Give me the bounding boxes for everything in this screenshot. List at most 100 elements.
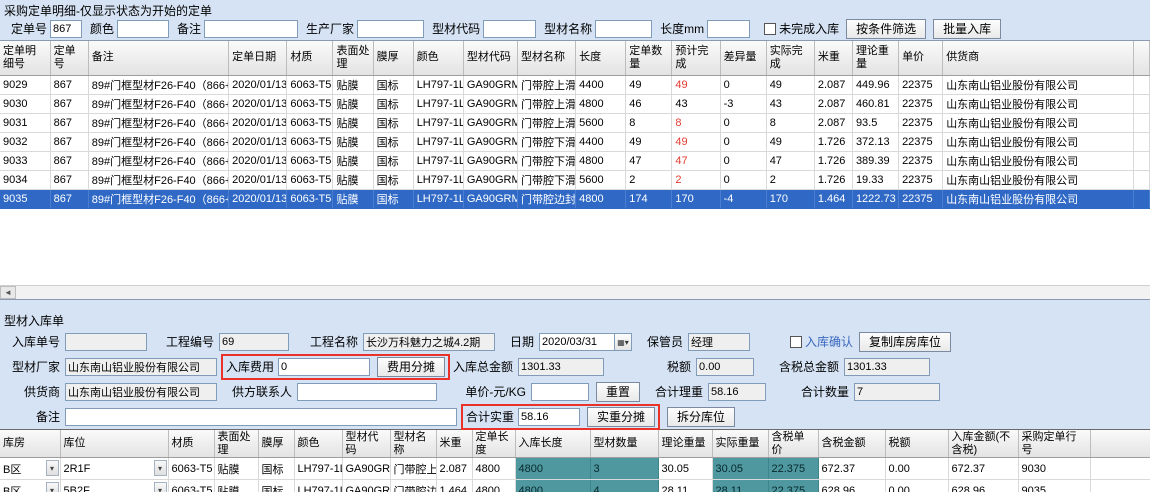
cell[interactable]: B区▾	[0, 480, 60, 492]
project-no-field[interactable]	[219, 333, 289, 351]
actual-apportion-button[interactable]: 实重分摊	[587, 407, 655, 427]
cell[interactable]: 4800	[515, 458, 590, 480]
column-header[interactable]: 颜色	[294, 430, 342, 458]
column-header[interactable]: 材质	[287, 41, 333, 75]
table-row[interactable]: 903186789#门框型材F26-F40（866+867）2020/01/13…	[0, 113, 1150, 132]
table-row[interactable]: 903086789#门框型材F26-F40（866+867）2020/01/13…	[0, 94, 1150, 113]
cell[interactable]: 国标	[258, 480, 294, 492]
cell[interactable]: 672.37	[818, 458, 885, 480]
column-header[interactable]: 实际完成	[766, 41, 814, 75]
calendar-dropdown-icon[interactable]: ▦▾	[615, 333, 632, 351]
column-header[interactable]: 表面处理	[214, 430, 258, 458]
reset-button[interactable]: 重置	[596, 382, 640, 402]
cell[interactable]: 贴膜	[214, 480, 258, 492]
filter-input-4[interactable]	[483, 20, 536, 38]
column-header[interactable]: 米重	[436, 430, 472, 458]
column-header[interactable]: 型材代码	[463, 41, 517, 75]
inbound-no-field[interactable]	[65, 333, 147, 351]
table-row[interactable]: 902986789#门框型材F26-F40（866+867）2020/01/13…	[0, 75, 1150, 94]
batch-inbound-button[interactable]: 批量入库	[933, 19, 1001, 39]
cell[interactable]: 28.11	[658, 480, 712, 492]
scroll-left-icon[interactable]: ◄	[0, 286, 16, 299]
copy-warehouse-button[interactable]: 复制库房库位	[859, 332, 951, 352]
filter-input-3[interactable]	[357, 20, 424, 38]
inbound-confirm-checkbox[interactable]	[790, 336, 802, 348]
fee-apportion-button[interactable]: 费用分摊	[377, 357, 445, 377]
cell[interactable]: 672.37	[948, 458, 1018, 480]
column-header[interactable]: 预计完成	[672, 41, 720, 75]
theory-total-field[interactable]	[708, 383, 766, 401]
column-header[interactable]: 单价	[899, 41, 943, 75]
dropdown-arrow-icon[interactable]: ▾	[46, 460, 59, 476]
cell[interactable]: 30.05	[712, 458, 768, 480]
cell[interactable]: 4800	[472, 480, 515, 492]
column-header[interactable]: 定单号	[50, 41, 88, 75]
column-header[interactable]: 税额	[885, 430, 948, 458]
column-header[interactable]: 采购定单行号	[1018, 430, 1090, 458]
cell[interactable]: 门带腔边封	[390, 480, 436, 492]
project-name-field[interactable]	[363, 333, 495, 351]
cell[interactable]: 2.087	[436, 458, 472, 480]
column-header[interactable]: 型材代码	[342, 430, 390, 458]
column-header[interactable]: 材质	[168, 430, 214, 458]
column-header[interactable]: 实际重量	[712, 430, 768, 458]
cell[interactable]: LH797-1LL0	[294, 480, 342, 492]
column-header[interactable]: 定单日期	[229, 41, 287, 75]
cell[interactable]: 4	[590, 480, 658, 492]
table-row[interactable]: B区▾2R1F▾6063-T5贴膜国标LH797-1LL0GA90GRM03门带…	[0, 458, 1150, 480]
cell[interactable]: 0.00	[885, 458, 948, 480]
cell[interactable]: LH797-1LL0	[294, 458, 342, 480]
tax-total-field[interactable]	[844, 358, 930, 376]
unfinished-checkbox[interactable]	[764, 23, 776, 35]
cell[interactable]: 1.464	[436, 480, 472, 492]
table-row[interactable]: 903286789#门框型材F26-F40（866+867）2020/01/13…	[0, 132, 1150, 151]
column-header[interactable]: 型材名称	[517, 41, 575, 75]
column-header[interactable]: 入库长度	[515, 430, 590, 458]
fee-field[interactable]	[278, 358, 370, 376]
cell[interactable]: B区▾	[0, 458, 60, 480]
column-header[interactable]: 米重	[814, 41, 852, 75]
column-header[interactable]: 长度	[576, 41, 626, 75]
cell[interactable]: 0.00	[885, 480, 948, 492]
cell[interactable]: 9035	[1018, 480, 1090, 492]
column-header[interactable]: 差异量	[720, 41, 766, 75]
qty-total-field[interactable]	[854, 383, 940, 401]
column-header[interactable]: 颜色	[413, 41, 463, 75]
column-header[interactable]: 定单数量	[626, 41, 672, 75]
table-row[interactable]: 903386789#门框型材F26-F40（866+867）2020/01/13…	[0, 151, 1150, 170]
filter-input-0[interactable]	[50, 20, 82, 38]
column-header[interactable]: 含税单价	[768, 430, 818, 458]
column-header[interactable]: 含税金额	[818, 430, 885, 458]
cell[interactable]: 贴膜	[214, 458, 258, 480]
cell[interactable]: 22.375	[768, 480, 818, 492]
filter-input-6[interactable]	[707, 20, 750, 38]
cell[interactable]: GA90GRM05	[342, 480, 390, 492]
actual-total-field[interactable]	[518, 408, 580, 426]
dropdown-arrow-icon[interactable]: ▾	[154, 482, 167, 492]
column-header[interactable]: 膜厚	[373, 41, 413, 75]
table-row[interactable]: 903586789#门框型材F26-F40（866+867）2020/01/13…	[0, 189, 1150, 208]
column-header[interactable]: 理论重量	[658, 430, 712, 458]
column-header[interactable]: 型材名称	[390, 430, 436, 458]
column-header[interactable]: 表面处理	[333, 41, 373, 75]
table-row[interactable]: B区▾5B2F▾6063-T5贴膜国标LH797-1LL0GA90GRM05门带…	[0, 480, 1150, 492]
horizontal-scrollbar[interactable]: ◄	[0, 285, 1150, 299]
cell[interactable]: 4800	[515, 480, 590, 492]
column-header[interactable]: 库位	[60, 430, 168, 458]
cell[interactable]: 628.96	[818, 480, 885, 492]
cell[interactable]: 6063-T5	[168, 480, 214, 492]
filter-input-2[interactable]	[204, 20, 298, 38]
contact-field[interactable]	[297, 383, 437, 401]
cell[interactable]: 628.96	[948, 480, 1018, 492]
supplier-field[interactable]	[65, 383, 217, 401]
cell[interactable]: 22.375	[768, 458, 818, 480]
table-row[interactable]: 903486789#门框型材F26-F40（866+867）2020/01/13…	[0, 170, 1150, 189]
cell[interactable]: GA90GRM03	[342, 458, 390, 480]
column-header[interactable]: 型材数量	[590, 430, 658, 458]
cell[interactable]: 国标	[258, 458, 294, 480]
factory-field[interactable]	[65, 358, 217, 376]
cell[interactable]: 4800	[472, 458, 515, 480]
remark-field[interactable]	[65, 408, 457, 426]
column-header[interactable]: 定单明细号	[0, 41, 50, 75]
cell[interactable]: 30.05	[658, 458, 712, 480]
